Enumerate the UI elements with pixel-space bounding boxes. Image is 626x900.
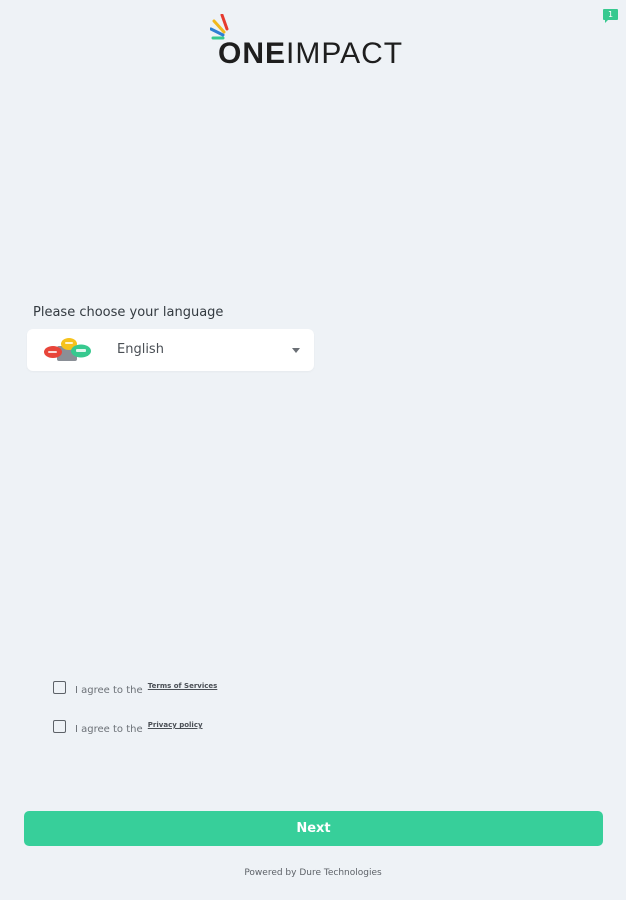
terms-of-services-link[interactable]: Terms of Services	[148, 682, 218, 690]
next-button[interactable]: Next	[24, 811, 603, 846]
powered-by-footer: Powered by Dure Technologies	[244, 868, 382, 878]
notification-badge[interactable]: 1	[603, 9, 618, 23]
privacy-agreement-text: I agree to the Privacy policy	[75, 721, 203, 735]
privacy-checkbox[interactable]	[53, 720, 66, 733]
language-speech-bubbles-icon	[44, 338, 91, 361]
language-select[interactable]: English	[27, 329, 314, 371]
privacy-prefix: I agree to the	[75, 724, 143, 735]
chevron-down-icon[interactable]	[292, 348, 300, 353]
privacy-policy-link[interactable]: Privacy policy	[148, 721, 203, 729]
brand-name: ONEIMPACT	[218, 36, 403, 72]
terms-agreement-text: I agree to the Terms of Services	[75, 682, 217, 696]
language-label: Please choose your language	[33, 305, 224, 320]
brand-impact: IMPACT	[286, 37, 404, 70]
terms-checkbox[interactable]	[53, 681, 66, 694]
brand-one: ONE	[218, 37, 287, 70]
oneimpact-logo: ONEIMPACT	[210, 14, 410, 70]
notification-count: 1	[607, 10, 614, 19]
terms-prefix: I agree to the	[75, 685, 143, 696]
language-selected-value: English	[117, 342, 164, 357]
